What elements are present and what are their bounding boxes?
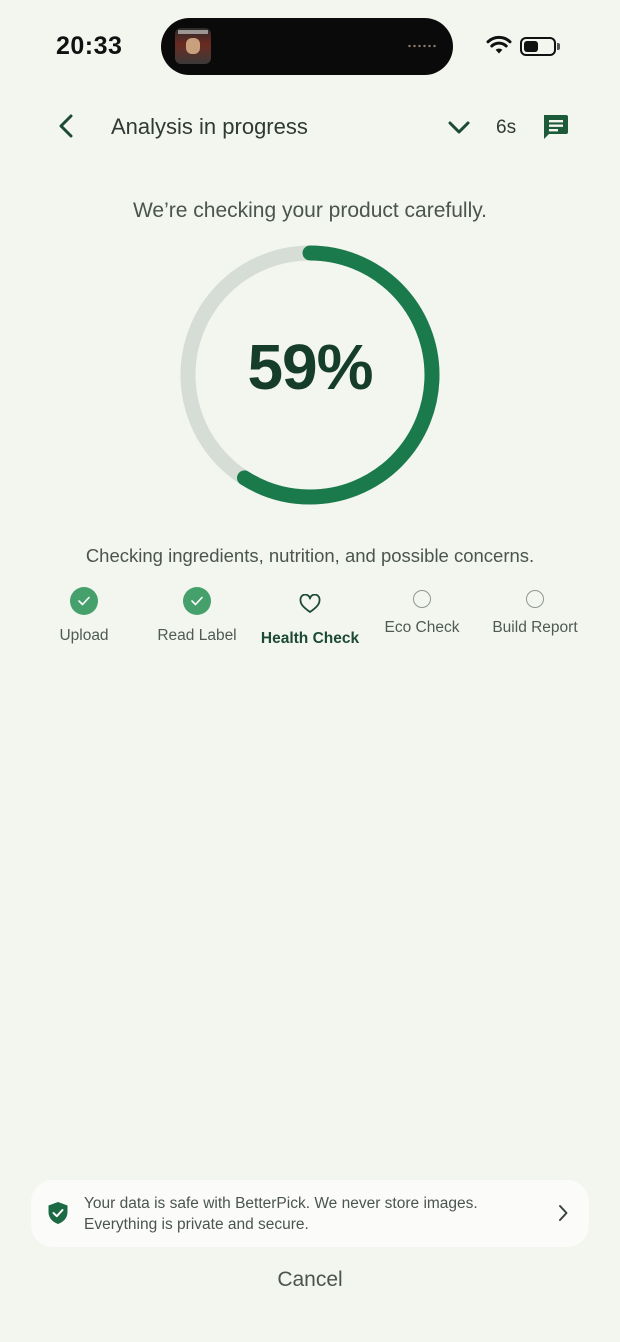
progress-percent: 59% [247,331,373,403]
privacy-line-2: Everything is private and secure. [84,1216,309,1233]
empty-circle-icon [413,590,431,608]
step-label: Eco Check [384,619,460,636]
chat-bubble-icon [544,115,568,139]
wifi-icon [486,35,512,54]
chevron-right-icon [559,1205,568,1221]
cancel-button[interactable]: Cancel [230,1262,390,1298]
battery-icon [520,37,556,56]
check-circle-icon [183,587,211,615]
step-indicator: Upload Read Label Health Check Eco Check… [0,585,620,655]
step-label: Health Check [260,630,360,647]
empty-circle-icon [526,590,544,608]
header: Analysis in progress 6s [0,100,620,154]
privacy-text: Your data is safe with BetterPick. We ne… [84,1193,534,1235]
battery-level [524,41,538,52]
dynamic-island[interactable] [161,18,453,75]
step-read-label: Read Label [137,587,257,645]
status-time: 20:33 [56,32,123,60]
page-title: Analysis in progress [111,114,308,139]
step-health-check: Health Check [250,594,370,648]
now-playing-artwork [175,28,211,64]
step-label: Build Report [492,619,578,636]
check-circle-icon [70,587,98,615]
shield-check-icon [48,1202,68,1224]
status-bar: 20:33 [0,0,620,90]
audio-waveform-icon [407,44,437,48]
privacy-notice[interactable]: Your data is safe with BetterPick. We ne… [31,1180,589,1247]
chevron-down-icon [448,121,470,134]
heart-icon [250,594,370,614]
step-label: Upload [59,627,109,644]
step-label: Read Label [157,627,237,644]
privacy-line-1: Your data is safe with BetterPick. We ne… [84,1195,478,1212]
status-message: Checking ingredients, nutrition, and pos… [85,545,535,566]
collapse-button[interactable] [444,112,474,142]
step-upload: Upload [24,587,144,645]
elapsed-timer: 6s [496,117,517,138]
subtitle: We’re checking your product carefully. [132,199,488,222]
step-eco-check: Eco Check [362,585,482,637]
back-button[interactable] [50,110,82,142]
chevron-left-icon [59,114,73,138]
chat-button[interactable] [540,112,570,142]
step-build-report: Build Report [475,585,595,637]
